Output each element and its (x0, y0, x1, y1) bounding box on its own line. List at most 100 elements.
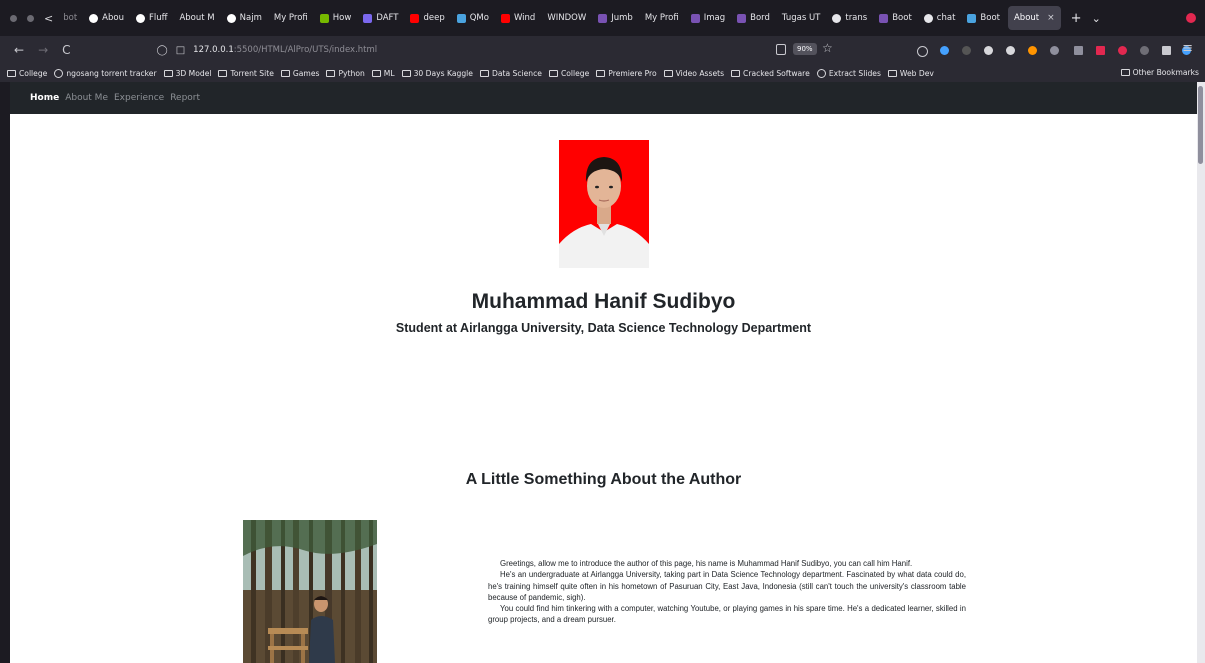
extension-icon[interactable] (1050, 46, 1059, 55)
about-section-title: A Little Something About the Author (465, 471, 742, 488)
pocket-icon[interactable] (917, 46, 928, 57)
bookmark-item[interactable]: Data Science (479, 69, 542, 78)
github-icon (226, 13, 236, 23)
downloads-icon[interactable] (940, 46, 949, 55)
window-control-icon[interactable] (10, 14, 17, 22)
page-info-icon[interactable]: □ (176, 45, 185, 56)
nav-link-about-me[interactable]: About Me (65, 93, 108, 103)
bookmark-item[interactable]: 3D Model (163, 69, 211, 78)
bookmark-item[interactable]: Cracked Software (731, 69, 810, 78)
profile-role: Student at Airlangga University, Data Sc… (395, 321, 812, 335)
tab-19[interactable]: chat (918, 6, 962, 30)
about-paragraph: Greetings, allow me to introduce the aut… (500, 559, 913, 568)
tab-14[interactable]: Imag (685, 6, 731, 30)
extension-icon[interactable] (1140, 46, 1149, 55)
nav-link-report[interactable]: Report (170, 93, 200, 103)
tab-2[interactable]: Fluff (130, 6, 174, 30)
bookmark-item[interactable]: ngosang torrent tracker (54, 68, 157, 78)
back-button[interactable]: ← (14, 43, 24, 57)
tab-label: How (332, 13, 352, 23)
tab-3[interactable]: About M (173, 6, 220, 30)
tab-4[interactable]: Najm (221, 6, 268, 30)
bookmark-item[interactable]: Extract Slides (816, 68, 881, 78)
forward-button[interactable]: → (38, 43, 48, 57)
tab-20[interactable]: Boot (961, 6, 1006, 30)
bootstrap-icon (737, 13, 747, 23)
bookmark-item[interactable]: Premiere Pro (596, 69, 657, 78)
tab-label: About M (179, 13, 215, 23)
bookmark-item[interactable]: Python (326, 69, 365, 78)
bookmark-label: Torrent Site (230, 68, 274, 78)
address-bar[interactable]: ◯ □ 127.0.0.1:5500/HTML/AlPro/UTS/index.… (157, 45, 378, 56)
bootstrap-icon (879, 13, 889, 23)
profile-name: Muhammad Hanif Sudibyo (471, 290, 736, 313)
about-paragraph: He's an undergraduate at Airlangga Unive… (488, 570, 966, 602)
folder-icon (479, 69, 489, 77)
tab-8[interactable]: deep (404, 6, 450, 30)
bootstrap-icon (598, 13, 608, 23)
other-bookmarks-label: Other Bookmarks (1132, 68, 1199, 77)
nav-link-experience[interactable]: Experience (114, 93, 164, 103)
tab-label: Wind (513, 13, 536, 23)
bookmark-item[interactable]: 30 Days Kaggle (401, 69, 473, 78)
extension-icon[interactable] (1162, 46, 1171, 55)
other-bookmarks[interactable]: Other Bookmarks (1120, 68, 1199, 77)
window-control-icon[interactable] (27, 14, 34, 22)
bookmark-item[interactable]: College (7, 69, 47, 78)
tab-active[interactable]: About × (1007, 6, 1061, 30)
bookmark-item[interactable]: Torrent Site (218, 68, 274, 78)
new-tab-button[interactable]: + (1071, 11, 1082, 26)
reader-view-icon[interactable] (776, 44, 786, 55)
url-text[interactable]: 127.0.0.1:5500/HTML/AlPro/UTS/index.html (193, 45, 377, 55)
tab-6[interactable]: How (314, 6, 358, 30)
tab-10[interactable]: Wind (495, 6, 541, 30)
bookmark-star-icon[interactable]: ☆ (822, 41, 833, 55)
bookmark-label: Web Dev (899, 68, 934, 78)
tab-12[interactable]: Jumb (592, 6, 639, 30)
bookmark-label: Games (292, 68, 320, 78)
reload-button[interactable]: C (62, 43, 70, 57)
extension-icon[interactable] (984, 46, 993, 55)
tab-5[interactable]: My Profi (268, 6, 314, 30)
tab-18[interactable]: Boot (873, 6, 918, 30)
tab-16[interactable]: Tugas UT (776, 6, 826, 30)
tab-1[interactable]: Abou (83, 6, 130, 30)
scroll-tabs-left-icon[interactable]: < (44, 12, 53, 25)
globe-icon (816, 68, 826, 78)
close-tab-icon[interactable]: × (1047, 13, 1055, 23)
tab-13[interactable]: My Profi (639, 6, 685, 30)
zoom-level-badge[interactable]: 90% (793, 43, 817, 55)
chrome-icon (832, 13, 842, 23)
navigation-toolbar: ← → C ◯ □ 127.0.0.1:5500/HTML/AlPro/UTS/… (0, 36, 1205, 64)
folder-icon (596, 69, 606, 77)
tab-11[interactable]: WINDOW (541, 6, 592, 30)
tab-7[interactable]: DAFT (357, 6, 404, 30)
extension-icon[interactable] (1006, 46, 1015, 55)
bookmark-label: Cracked Software (743, 68, 810, 78)
bookmark-item[interactable]: ML (371, 68, 395, 78)
menu-icon[interactable]: ≡ (1182, 41, 1193, 56)
list-tabs-button[interactable]: ⌄ (1092, 12, 1101, 25)
tab-label: Najm (239, 13, 262, 23)
tab-17[interactable]: trans (826, 6, 873, 30)
extension-icon[interactable] (1118, 46, 1127, 55)
bookmark-item[interactable]: College (548, 69, 589, 78)
bookmark-item[interactable]: Games (280, 68, 320, 78)
extension-icon[interactable] (1096, 46, 1105, 55)
extension-icon[interactable] (962, 46, 971, 55)
extension-icon[interactable] (1074, 46, 1083, 55)
page-scrollbar[interactable] (1197, 82, 1205, 663)
tab-label: deep (423, 13, 445, 23)
tab-15[interactable]: Bord (731, 6, 776, 30)
tab-0[interactable]: bot (57, 6, 83, 30)
tab-9[interactable]: QMo (451, 6, 495, 30)
nav-link-home[interactable]: Home (30, 93, 59, 103)
bookmark-item[interactable]: Web Dev (887, 68, 934, 78)
extension-icon[interactable] (1028, 46, 1037, 55)
bookmark-item[interactable]: Video Assets (663, 68, 725, 78)
bookmark-label: Video Assets (675, 68, 725, 78)
tracking-shield-icon[interactable]: ◯ (157, 45, 168, 56)
tab-label: Fluff (148, 13, 168, 23)
scrollbar-thumb[interactable] (1198, 86, 1203, 164)
bookmark-label: ML (383, 68, 395, 78)
